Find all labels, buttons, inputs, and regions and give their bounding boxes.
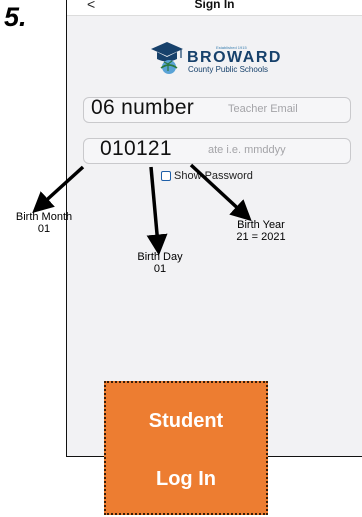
student-login-line1: Student (148, 410, 224, 432)
birth-day-annotation: Birth Day 01 (118, 251, 202, 275)
birth-year-value: 21 = 2021 (236, 231, 286, 243)
birth-month-label: Birth Month (15, 211, 73, 223)
student-login-button[interactable]: Student Log In (104, 381, 268, 515)
birth-day-value: 01 (153, 263, 167, 275)
birth-year-annotation: Birth Year 21 = 2021 (218, 219, 304, 243)
birth-day-label: Birth Day (137, 251, 183, 263)
student-login-line2: Log In (156, 468, 216, 490)
birth-year-arrow (189, 163, 252, 222)
birth-month-arrow (32, 165, 85, 214)
birth-month-annotation: Birth Month 01 (2, 211, 86, 235)
birth-year-label: Birth Year (237, 219, 285, 231)
birth-day-arrow (146, 166, 168, 256)
birth-month-value: 01 (37, 223, 51, 235)
